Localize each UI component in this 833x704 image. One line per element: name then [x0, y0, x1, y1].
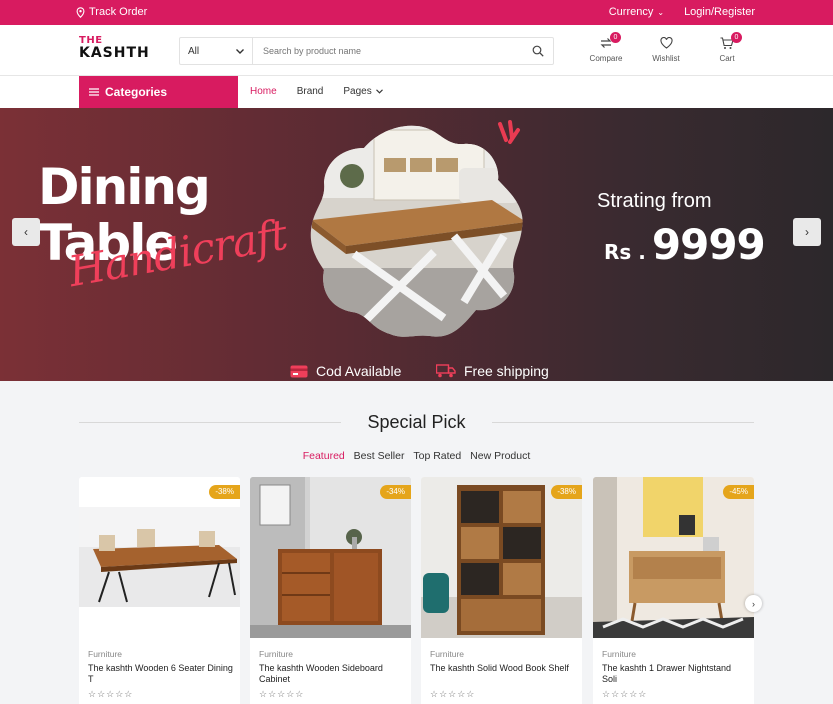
feature-cod: Cod Available: [290, 363, 401, 379]
header: THE KASHTH All 0 Compare Wishlist 0 Cart: [0, 25, 833, 76]
search-icon: [532, 45, 544, 57]
feature-free-shipping-label: Free shipping: [464, 363, 549, 379]
discount-badge: -38%: [209, 485, 240, 499]
discount-badge: -34%: [380, 485, 411, 499]
track-order-link[interactable]: Track Order: [76, 6, 147, 18]
hero-product-image: [310, 120, 523, 337]
rating-stars-icon: ☆☆☆☆☆: [430, 689, 476, 699]
product-card[interactable]: -45% Furniture The kashth 1 Drawer Night…: [593, 477, 754, 704]
cart-label: Cart: [719, 54, 735, 63]
carousel-next-button[interactable]: ›: [745, 595, 762, 612]
location-pin-icon: [76, 6, 85, 18]
product-name[interactable]: The kashth Wooden 6 Seater Dining T: [88, 663, 234, 685]
rating-stars-icon: ☆☆☆☆☆: [259, 689, 305, 699]
product-name[interactable]: The kashth 1 Drawer Nightstand Soli: [602, 663, 748, 685]
compare-button[interactable]: 0 Compare: [586, 32, 626, 63]
search-button[interactable]: [523, 38, 553, 64]
logo-line2: KASHTH: [79, 45, 150, 61]
product-card[interactable]: -34% Furniture The kashth Wooden Sideboa…: [250, 477, 411, 704]
tab-new-product[interactable]: New Product: [470, 450, 530, 462]
wishlist-button[interactable]: Wishlist: [646, 35, 686, 63]
product-name[interactable]: The kashth Solid Wood Book Shelf: [430, 663, 576, 674]
hero-from-text: Strating from: [597, 190, 712, 212]
hero-price: Rs . 9999: [604, 220, 766, 269]
compare-label: Compare: [589, 54, 623, 63]
product-image: [250, 477, 411, 638]
heart-icon: [659, 37, 673, 49]
categories-button[interactable]: Categories: [79, 76, 238, 108]
card-icon: [290, 365, 308, 377]
product-card[interactable]: -38% Furniture The kashth Wooden 6 Seate…: [79, 477, 240, 704]
chevron-right-icon: ›: [805, 225, 809, 239]
tab-best-seller[interactable]: Best Seller: [354, 450, 405, 462]
discount-badge: -45%: [723, 485, 754, 499]
product-image: [421, 477, 582, 638]
nav-brand-label: Brand: [296, 86, 324, 97]
search-bar: All: [179, 37, 554, 65]
rating-stars-icon: ☆☆☆☆☆: [602, 689, 648, 699]
chevron-down-icon: [375, 89, 383, 94]
nav-pages[interactable]: Pages: [343, 86, 383, 97]
product-category: Furniture: [88, 649, 123, 659]
nav-pages-label: Pages: [343, 86, 372, 97]
track-order-label: Track Order: [89, 6, 148, 18]
feature-free-shipping: Free shipping: [436, 363, 549, 379]
cart-count-badge: 0: [731, 32, 742, 43]
nav-brand[interactable]: Brand: [297, 86, 324, 97]
wishlist-label: Wishlist: [652, 54, 680, 63]
product-category: Furniture: [602, 649, 637, 659]
chevron-right-icon: ›: [752, 598, 755, 609]
main-nav: Categories Home Brand Pages: [0, 76, 833, 108]
rating-stars-icon: ☆☆☆☆☆: [88, 689, 134, 699]
currency-label: Currency: [608, 6, 654, 18]
truck-icon: [436, 364, 456, 378]
hero-title-line1: Dining: [38, 158, 211, 216]
product-name[interactable]: The kashth Wooden Sideboard Cabinet: [259, 663, 405, 685]
special-pick-title: Special Pick: [367, 412, 466, 432]
feature-cod-label: Cod Available: [316, 363, 402, 379]
tab-top-rated[interactable]: Top Rated: [413, 450, 461, 462]
nav-home[interactable]: Home: [250, 86, 277, 97]
product-category: Furniture: [430, 649, 465, 659]
chevron-left-icon: ‹: [24, 225, 28, 239]
chevron-down-icon: [236, 48, 244, 54]
logo[interactable]: THE KASHTH: [79, 36, 163, 62]
top-bar: Track Order Currency ⌄ Login/Register: [0, 0, 833, 25]
nav-home-label: Home: [250, 86, 277, 97]
chevron-down-icon: ⌄: [657, 7, 665, 17]
tab-featured[interactable]: Featured: [303, 450, 345, 462]
product-image: [593, 477, 754, 638]
login-register-link[interactable]: Login/Register: [684, 6, 755, 18]
hero-next-button[interactable]: ›: [793, 218, 821, 246]
search-input[interactable]: [253, 46, 523, 56]
hero-prev-button[interactable]: ‹: [12, 218, 40, 246]
search-category-value: All: [188, 45, 200, 57]
hero-currency: Rs .: [604, 240, 646, 264]
special-pick-heading: Special Pick: [79, 412, 754, 432]
search-category-select[interactable]: All: [180, 38, 253, 64]
menu-icon: [89, 88, 99, 96]
currency-dropdown[interactable]: Currency ⌄: [609, 6, 664, 18]
cart-button[interactable]: 0 Cart: [707, 32, 747, 63]
product-card[interactable]: -38% Furniture The kashth Solid Wood Boo…: [421, 477, 582, 704]
discount-badge: -38%: [551, 485, 582, 499]
hero-price-value: 9999: [651, 220, 766, 269]
compare-count-badge: 0: [610, 32, 621, 43]
hero-banner: Dining Table Handicraft Strating from Rs: [0, 108, 833, 381]
product-tabs: Featured Best Seller Top Rated New Produ…: [0, 450, 833, 462]
product-image: [79, 477, 240, 638]
product-category: Furniture: [259, 649, 294, 659]
categories-label: Categories: [105, 85, 168, 99]
